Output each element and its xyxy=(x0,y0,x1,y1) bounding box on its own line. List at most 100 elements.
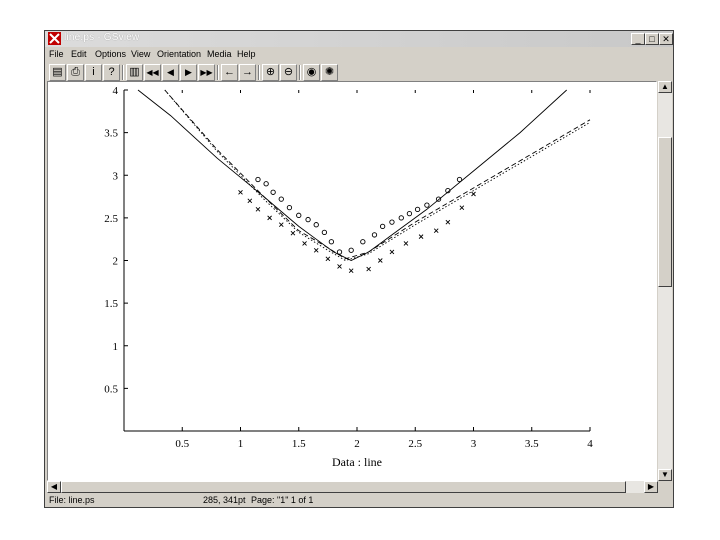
x-ticks: 0.5 1 1.5 2 2.5 3 3.5 4 xyxy=(175,90,593,450)
marker-x-point xyxy=(433,228,439,233)
y-tick-label: 4 xyxy=(113,85,119,97)
marker-x-point xyxy=(302,241,307,246)
help-icon[interactable]: ? xyxy=(103,64,120,81)
last-page-icon[interactable]: ▶▶ xyxy=(198,64,215,81)
goto-page-icon[interactable]: ▥ xyxy=(126,64,143,81)
x-tick-label: 3 xyxy=(471,438,477,450)
y-tick-label: 2 xyxy=(113,256,119,268)
marker-x-point xyxy=(278,222,284,228)
marker-o-point xyxy=(278,196,284,202)
marker-x-point xyxy=(238,189,243,195)
marker-o-point xyxy=(389,219,395,225)
marker-o-point xyxy=(435,196,442,202)
document-view[interactable]: 0.5 1 1.5 2 2.5 3 3.5 4 0.5 1 1.5 2 2.5 3 3.5 4 Data :… xyxy=(47,81,657,481)
x-tick-label: 2 xyxy=(354,438,360,450)
minimize-button[interactable]: _ xyxy=(631,33,645,45)
marker-o-point xyxy=(398,215,404,221)
x-tick-label: 3.5 xyxy=(525,438,539,450)
x-tick-label: 2.5 xyxy=(408,438,422,450)
horizontal-scroll-thumb[interactable] xyxy=(61,481,626,493)
magnify-icon[interactable]: ◉ xyxy=(303,64,320,81)
marker-x-point xyxy=(389,249,395,255)
marker-o-point xyxy=(305,216,311,223)
scroll-up-arrow-icon[interactable]: ▲ xyxy=(658,81,672,93)
marker-x-point xyxy=(290,230,296,236)
close-button[interactable]: ✕ xyxy=(659,33,673,45)
marker-o-point xyxy=(313,222,319,228)
horizontal-scrollbar[interactable]: ◀ ▶ xyxy=(47,481,658,493)
vertical-scrollbar[interactable]: ▲ ▼ xyxy=(658,81,672,481)
menu-orientation[interactable]: Orientation xyxy=(157,49,201,59)
marker-o-point xyxy=(321,229,328,236)
zoom-out-icon[interactable]: ⊖ xyxy=(280,64,297,81)
forward-icon[interactable]: → xyxy=(239,64,256,81)
marker-o-point xyxy=(379,223,386,230)
marker-o-point xyxy=(270,189,276,195)
marker-x-point xyxy=(403,241,409,246)
next-page-icon[interactable]: ▶ xyxy=(180,64,197,81)
first-page-icon[interactable]: ◀◀ xyxy=(144,64,161,81)
marker-x-point xyxy=(459,205,465,210)
print-icon[interactable]: ⎙ xyxy=(67,64,84,81)
status-coordinates: 285, 341pt xyxy=(203,495,246,505)
menu-options[interactable]: Options xyxy=(95,49,126,59)
y-tick-label: 3.5 xyxy=(104,128,118,140)
status-page: Page: "1" 1 of 1 xyxy=(251,495,314,505)
menu-file[interactable]: File xyxy=(49,49,64,59)
series xyxy=(137,89,591,274)
series-line-dotted xyxy=(164,89,591,261)
scroll-left-arrow-icon[interactable]: ◀ xyxy=(47,481,61,493)
marker-x-point xyxy=(313,247,319,253)
maximize-button[interactable]: □ xyxy=(645,33,659,45)
x-tick-label: 1.5 xyxy=(292,438,306,450)
series-line-solid xyxy=(137,89,568,262)
zoom-in-icon[interactable]: ⊕ xyxy=(262,64,279,81)
menu-bar: File Edit Options View Orientation Media… xyxy=(45,48,673,62)
axes xyxy=(123,90,590,432)
toolbar-separator xyxy=(122,65,124,80)
menu-view[interactable]: View xyxy=(131,49,150,59)
status-bar: File: line.ps 285, 341pt Page: "1" 1 of … xyxy=(45,494,673,507)
prev-page-icon[interactable]: ◀ xyxy=(162,64,179,81)
window-title: line.ps - GSview xyxy=(64,32,140,43)
app-icon xyxy=(48,32,61,45)
x-tick-label: 0.5 xyxy=(175,438,189,450)
marker-o-point xyxy=(336,249,343,255)
menu-edit[interactable]: Edit xyxy=(71,49,87,59)
settings-icon[interactable]: ✺ xyxy=(321,64,338,81)
marker-o-point xyxy=(263,181,269,187)
series-line-dashed xyxy=(164,89,591,260)
marker-o-point xyxy=(456,176,463,183)
x-axis-label: Data : line xyxy=(332,455,382,469)
y-tick-label: 2.5 xyxy=(104,213,118,225)
scroll-right-arrow-icon[interactable]: ▶ xyxy=(644,481,658,493)
menu-help[interactable]: Help xyxy=(237,49,256,59)
toolbar-separator xyxy=(258,65,260,80)
marker-x-point xyxy=(445,219,451,225)
scroll-down-arrow-icon[interactable]: ▼ xyxy=(658,469,672,481)
menu-media[interactable]: Media xyxy=(207,49,232,59)
marker-x-point xyxy=(247,198,253,204)
marker-o-point xyxy=(328,239,335,245)
open-file-icon[interactable]: ▤ xyxy=(49,64,66,81)
y-tick-label: 0.5 xyxy=(104,383,118,395)
title-bar[interactable]: line.ps - GSview _ □ ✕ xyxy=(45,31,673,47)
marker-o-point xyxy=(424,202,430,208)
marker-o-point xyxy=(286,204,293,211)
y-tick-label: 1 xyxy=(113,341,119,353)
back-icon[interactable]: ← xyxy=(221,64,238,81)
marker-o-point xyxy=(360,239,366,245)
marker-o-point xyxy=(406,210,413,217)
marker-x-point xyxy=(255,207,261,212)
toolbar: ▤ ⎙ i ? ▥ ◀◀ ◀ ▶ ▶▶ ← → ⊕ ⊖ ◉ ✺ xyxy=(47,63,671,83)
marker-o-point xyxy=(296,212,302,218)
marker-o-point xyxy=(414,206,421,213)
marker-o-point xyxy=(348,247,354,253)
marker-x-point xyxy=(348,268,354,274)
marker-o-point xyxy=(371,232,378,238)
info-icon[interactable]: i xyxy=(85,64,102,81)
x-tick-label: 4 xyxy=(587,438,593,450)
marker-o-point xyxy=(255,176,261,183)
y-tick-label: 3 xyxy=(113,170,119,182)
vertical-scroll-thumb[interactable] xyxy=(658,137,672,287)
